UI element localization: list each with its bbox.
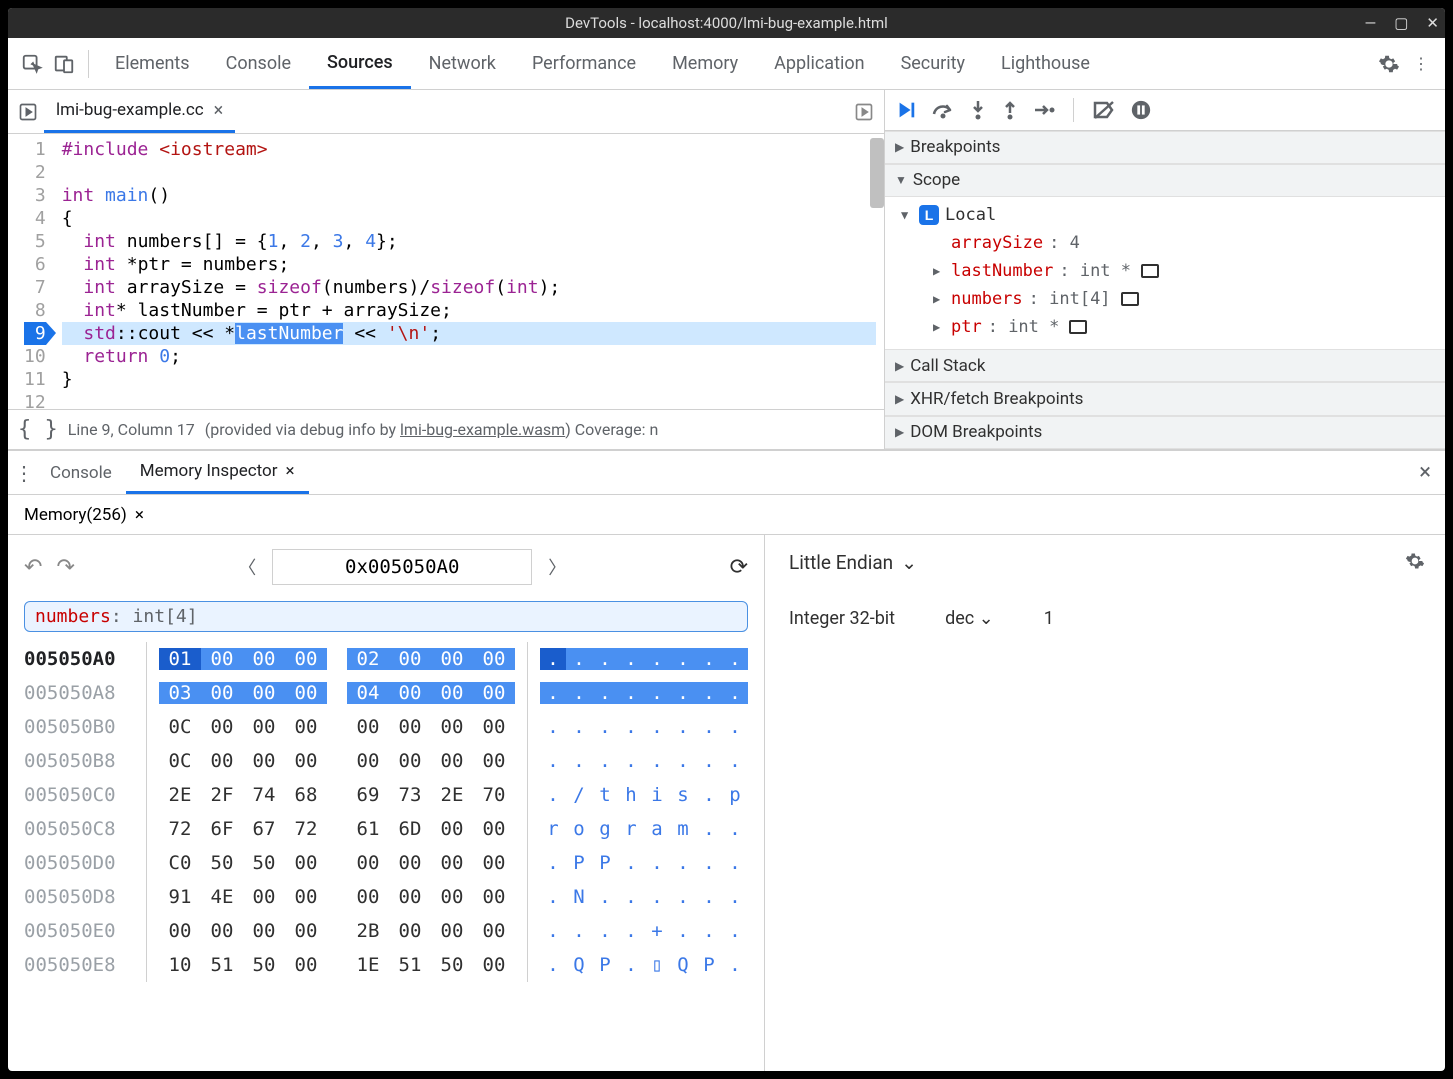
- chevron-down-icon: ⌄: [901, 551, 917, 574]
- mem-settings-icon[interactable]: [1405, 551, 1425, 571]
- decoded-value: 1: [1044, 608, 1054, 629]
- refresh-icon[interactable]: ⟳: [730, 555, 748, 580]
- scrollbar-thumb[interactable]: [870, 138, 884, 208]
- memory-chip-icon[interactable]: [1121, 292, 1139, 306]
- drawer-tab-memory-inspector[interactable]: Memory Inspector×: [126, 451, 309, 494]
- close-drawer-tab-icon[interactable]: ×: [286, 461, 295, 481]
- chip-type: : int[4]: [111, 606, 198, 627]
- cursor-position: Line 9, Column 17: [68, 420, 195, 439]
- tab-sources[interactable]: Sources: [309, 38, 411, 89]
- drawer-tab-console[interactable]: Console: [36, 451, 126, 494]
- debugger-toolbar: [885, 90, 1445, 131]
- run-snippet-icon[interactable]: [12, 96, 44, 128]
- callstack-pane[interactable]: ▶Call Stack: [885, 349, 1445, 382]
- format-braces-icon[interactable]: { }: [18, 417, 58, 442]
- memory-instance-tab[interactable]: Memory(256)×: [12, 495, 156, 534]
- chip-name: numbers: [35, 606, 111, 627]
- tab-application[interactable]: Application: [756, 38, 882, 89]
- scope-pane[interactable]: ▼Scope: [885, 164, 1445, 197]
- close-button[interactable]: ✕: [1426, 14, 1439, 32]
- prev-page-icon[interactable]: 〈: [232, 554, 262, 580]
- step-over-icon[interactable]: [931, 100, 955, 120]
- object-chip[interactable]: numbers: int[4]: [24, 601, 748, 632]
- more-icon[interactable]: ⋮: [1405, 48, 1437, 80]
- close-memory-tab-icon[interactable]: ×: [135, 505, 144, 525]
- hex-view[interactable]: 005050A00100000002000000........005050A8…: [8, 642, 764, 992]
- tab-lighthouse[interactable]: Lighthouse: [983, 38, 1108, 89]
- value-type: Integer 32-bit: [789, 608, 895, 629]
- drawer-menu-icon[interactable]: ⋮: [12, 461, 36, 485]
- tab-memory[interactable]: Memory: [654, 38, 756, 89]
- scope-var-arraySize[interactable]: arraySize: 4: [895, 229, 1445, 257]
- redo-icon[interactable]: ↷: [56, 555, 74, 580]
- tab-security[interactable]: Security: [883, 38, 983, 89]
- device-toggle-icon[interactable]: [48, 48, 80, 80]
- step-into-icon[interactable]: [969, 99, 987, 121]
- code-editor[interactable]: 123456789101112 #include <iostream>int m…: [8, 134, 884, 409]
- pause-exceptions-icon[interactable]: [1130, 99, 1152, 121]
- memory-chip-icon[interactable]: [1141, 264, 1159, 278]
- chevron-down-icon: ⌄: [979, 608, 994, 629]
- window-title: DevTools - localhost:4000/lmi-bug-exampl…: [565, 14, 888, 32]
- next-page-icon[interactable]: 〉: [542, 554, 572, 580]
- endian-select[interactable]: Little Endian⌄: [789, 551, 1421, 574]
- minimize-button[interactable]: —: [1365, 14, 1377, 32]
- scope-var-ptr[interactable]: ▶ptr: int *: [895, 313, 1445, 341]
- scope-body: ▼LLocal arraySize: 4▶lastNumber: int *▶n…: [885, 197, 1445, 349]
- undo-icon[interactable]: ↶: [24, 555, 42, 580]
- value-format-select[interactable]: dec ⌄: [945, 608, 994, 629]
- settings-icon[interactable]: [1373, 48, 1405, 80]
- step-out-icon[interactable]: [1001, 99, 1019, 121]
- maximize-button[interactable]: ▢: [1394, 14, 1408, 32]
- scope-var-lastNumber[interactable]: ▶lastNumber: int *: [895, 257, 1445, 285]
- resume-icon[interactable]: [895, 99, 917, 121]
- window-titlebar: DevTools - localhost:4000/lmi-bug-exampl…: [8, 8, 1445, 38]
- inspect-icon[interactable]: [16, 48, 48, 80]
- editor-statusbar: { } Line 9, Column 17 (provided via debu…: [8, 409, 884, 449]
- address-input[interactable]: [272, 549, 532, 585]
- tab-console[interactable]: Console: [208, 38, 309, 89]
- run-icon[interactable]: [848, 96, 880, 128]
- scope-local[interactable]: ▼LLocal: [895, 201, 1445, 229]
- source-file-name: lmi-bug-example.cc: [56, 100, 204, 120]
- memory-chip-icon[interactable]: [1069, 320, 1087, 334]
- close-tab-icon[interactable]: ×: [214, 100, 224, 121]
- tab-network[interactable]: Network: [411, 38, 514, 89]
- tab-elements[interactable]: Elements: [97, 38, 208, 89]
- scope-var-numbers[interactable]: ▶numbers: int[4]: [895, 285, 1445, 313]
- step-icon[interactable]: [1033, 101, 1055, 119]
- wasm-link[interactable]: lmi-bug-example.wasm: [400, 420, 565, 439]
- dom-pane[interactable]: ▶DOM Breakpoints: [885, 416, 1445, 449]
- source-file-tab[interactable]: lmi-bug-example.cc ×: [44, 90, 235, 133]
- tab-performance[interactable]: Performance: [514, 38, 654, 89]
- close-drawer-icon[interactable]: ×: [1409, 460, 1441, 485]
- deactivate-breakpoints-icon[interactable]: [1092, 100, 1116, 120]
- xhr-pane[interactable]: ▶XHR/fetch Breakpoints: [885, 382, 1445, 415]
- breakpoints-pane[interactable]: ▶Breakpoints: [885, 131, 1445, 164]
- devtools-tabs: ElementsConsoleSourcesNetworkPerformance…: [8, 38, 1445, 90]
